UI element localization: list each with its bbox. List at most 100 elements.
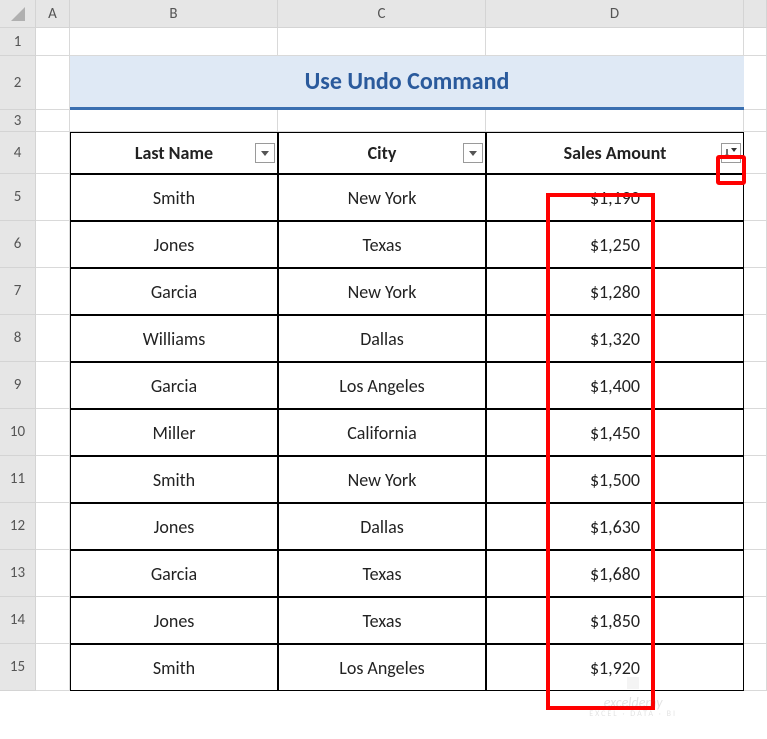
cell-city[interactable]: Dallas <box>278 315 486 362</box>
row-header-14[interactable]: 14 <box>0 597 36 644</box>
cell-city[interactable]: Dallas <box>278 503 486 550</box>
empty-cell[interactable] <box>744 28 767 56</box>
cell-city[interactable]: California <box>278 409 486 456</box>
cell-last-name[interactable]: Garcia <box>70 268 278 315</box>
row-header-13[interactable]: 13 <box>0 550 36 597</box>
cell-sales[interactable]: $1,850 <box>486 597 744 644</box>
row-header-5[interactable]: 5 <box>0 174 36 221</box>
empty-cell[interactable] <box>36 56 70 110</box>
row-header-7[interactable]: 7 <box>0 268 36 315</box>
empty-cell[interactable] <box>486 110 744 132</box>
empty-cell[interactable] <box>36 132 70 174</box>
row-header-15[interactable]: 15 <box>0 644 36 691</box>
cell-last-name[interactable]: Jones <box>70 503 278 550</box>
empty-cell[interactable] <box>744 644 767 691</box>
empty-cell[interactable] <box>744 132 767 174</box>
empty-cell[interactable] <box>36 644 70 691</box>
empty-cell[interactable] <box>36 456 70 503</box>
empty-cell[interactable] <box>744 409 767 456</box>
empty-cell[interactable] <box>744 503 767 550</box>
cell-sales[interactable]: $1,500 <box>486 456 744 503</box>
filter-button-city[interactable] <box>463 143 483 163</box>
empty-cell[interactable] <box>744 174 767 221</box>
cell-last-name[interactable]: Garcia <box>70 550 278 597</box>
empty-cell[interactable] <box>36 221 70 268</box>
select-all-corner[interactable] <box>0 0 36 28</box>
empty-cell[interactable] <box>36 110 70 132</box>
filter-button-last-name[interactable] <box>255 143 275 163</box>
column-header-B[interactable]: B <box>70 0 278 28</box>
cell-sales[interactable]: $1,630 <box>486 503 744 550</box>
empty-cell[interactable] <box>36 315 70 362</box>
empty-cell[interactable] <box>36 362 70 409</box>
cell-city[interactable]: Texas <box>278 550 486 597</box>
cell-last-name[interactable]: Jones <box>70 221 278 268</box>
row-header-4[interactable]: 4 <box>0 132 36 174</box>
cell-city[interactable]: Texas <box>278 597 486 644</box>
empty-cell[interactable] <box>36 503 70 550</box>
empty-cell[interactable] <box>744 456 767 503</box>
row-header-11[interactable]: 11 <box>0 456 36 503</box>
column-header-extra[interactable] <box>744 0 767 28</box>
column-header-A[interactable]: A <box>36 0 70 28</box>
cell-last-name[interactable]: Smith <box>70 174 278 221</box>
cell-sales[interactable]: $1,680 <box>486 550 744 597</box>
empty-cell[interactable] <box>70 28 278 56</box>
empty-cell[interactable] <box>278 110 486 132</box>
empty-cell[interactable] <box>278 28 486 56</box>
empty-cell[interactable] <box>744 110 767 132</box>
empty-cell[interactable] <box>70 110 278 132</box>
row-header-10[interactable]: 10 <box>0 409 36 456</box>
cell-sales[interactable]: $1,400 <box>486 362 744 409</box>
cell-city-text: California <box>347 422 417 444</box>
cell-last-name-text: Jones <box>154 234 195 256</box>
page-title[interactable]: Use Undo Command <box>70 56 744 110</box>
header-city[interactable]: City <box>278 132 486 174</box>
cell-city-text: Texas <box>363 563 402 585</box>
column-header-D[interactable]: D <box>486 0 744 28</box>
row-header-2[interactable]: 2 <box>0 56 36 110</box>
column-header-C[interactable]: C <box>278 0 486 28</box>
row-header-1[interactable]: 1 <box>0 28 36 56</box>
cell-city[interactable]: Texas <box>278 221 486 268</box>
cell-last-name[interactable]: Jones <box>70 597 278 644</box>
empty-cell[interactable] <box>486 28 744 56</box>
filter-sort-button-sales-amount[interactable] <box>721 143 741 163</box>
row-header-12[interactable]: 12 <box>0 503 36 550</box>
cell-last-name[interactable]: Garcia <box>70 362 278 409</box>
empty-cell[interactable] <box>36 597 70 644</box>
cell-last-name[interactable]: Miller <box>70 409 278 456</box>
cell-sales[interactable]: $1,450 <box>486 409 744 456</box>
empty-cell[interactable] <box>36 550 70 597</box>
empty-cell[interactable] <box>744 221 767 268</box>
cell-city[interactable]: New York <box>278 456 486 503</box>
cell-sales[interactable]: $1,280 <box>486 268 744 315</box>
empty-cell[interactable] <box>744 550 767 597</box>
header-last-name[interactable]: Last Name <box>70 132 278 174</box>
cell-city[interactable]: Los Angeles <box>278 362 486 409</box>
empty-cell[interactable] <box>744 362 767 409</box>
row-header-9[interactable]: 9 <box>0 362 36 409</box>
empty-cell[interactable] <box>744 268 767 315</box>
cell-sales[interactable]: $1,190 <box>486 174 744 221</box>
empty-cell[interactable] <box>36 174 70 221</box>
empty-cell[interactable] <box>36 409 70 456</box>
row-header-6[interactable]: 6 <box>0 221 36 268</box>
cell-city[interactable]: New York <box>278 268 486 315</box>
empty-cell[interactable] <box>744 597 767 644</box>
cell-city[interactable]: New York <box>278 174 486 221</box>
row-header-3[interactable]: 3 <box>0 110 36 132</box>
empty-cell[interactable] <box>744 56 767 110</box>
cell-last-name[interactable]: Smith <box>70 644 278 691</box>
header-sales-amount[interactable]: Sales Amount <box>486 132 744 174</box>
empty-cell[interactable] <box>36 268 70 315</box>
cell-city[interactable]: Los Angeles <box>278 644 486 691</box>
cell-last-name[interactable]: Williams <box>70 315 278 362</box>
empty-cell[interactable] <box>744 315 767 362</box>
cell-sales[interactable]: $1,250 <box>486 221 744 268</box>
empty-cell[interactable] <box>36 28 70 56</box>
cell-city-text: Dallas <box>360 516 404 538</box>
cell-last-name[interactable]: Smith <box>70 456 278 503</box>
row-header-8[interactable]: 8 <box>0 315 36 362</box>
cell-sales[interactable]: $1,320 <box>486 315 744 362</box>
